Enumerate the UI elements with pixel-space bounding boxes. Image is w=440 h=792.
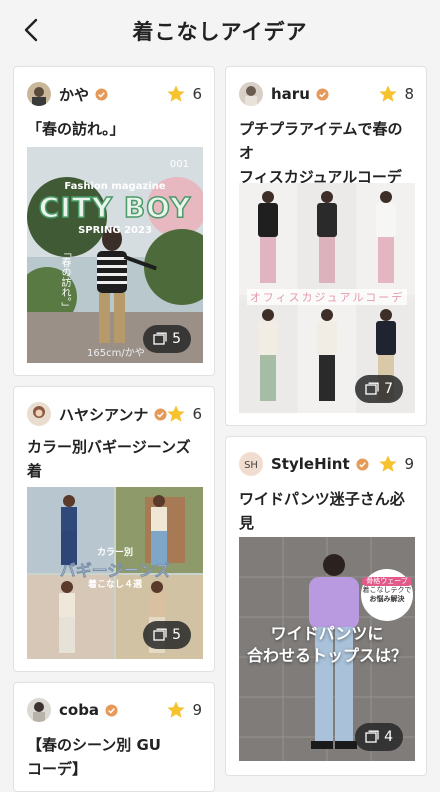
post-image[interactable]: オフィスカジュアルコーデ 7: [239, 183, 415, 413]
image-count: 4: [384, 729, 393, 745]
page-title: 着こなしアイデア: [132, 20, 308, 44]
post-author[interactable]: SH StyleHint: [239, 451, 369, 477]
author-name: haru: [271, 85, 310, 103]
post-title-line: 【春のシーン別 GU: [27, 736, 161, 754]
star-icon: [167, 405, 186, 422]
images-icon: [153, 628, 167, 641]
images-icon: [365, 382, 379, 395]
images-icon: [365, 730, 379, 743]
post-author[interactable]: coba: [27, 697, 118, 723]
bubble-line: お悩み解決: [369, 595, 405, 603]
image-count: 5: [172, 331, 181, 347]
rating: 6: [166, 81, 202, 107]
post-author[interactable]: ハヤシアンナ: [27, 401, 167, 427]
avatar: [27, 82, 51, 106]
verified-badge-icon: [316, 87, 329, 101]
rating-value: 6: [192, 405, 202, 423]
image-count-badge: 7: [355, 375, 403, 403]
author-name: ハヤシアンナ: [59, 405, 149, 424]
image-banner-text: オフィスカジュアルコーデ: [247, 289, 407, 305]
images-icon: [153, 332, 167, 345]
image-count: 5: [172, 627, 181, 643]
post-title-line: コーデ】: [27, 760, 88, 778]
star-icon: [379, 455, 398, 472]
post-title-line: プチプラアイテムで春のオ: [239, 120, 403, 162]
magazine-headline: CITY BOY: [38, 190, 192, 225]
magazine-season: SPRING 2023: [78, 225, 152, 236]
image-count-badge: 5: [143, 621, 191, 649]
image-count: 7: [384, 381, 393, 397]
svg-text:SH: SH: [244, 460, 258, 471]
verified-badge-icon: [105, 703, 118, 717]
photo-credit: 165cm/かや: [87, 348, 145, 359]
verified-badge-icon: [95, 87, 108, 101]
avatar: [239, 82, 263, 106]
post-card-stylehint[interactable]: SH StyleHint 9 ワイドパンツ迷子さん必見 ♡ 骨格ウェーブ 着こな…: [225, 436, 427, 776]
rating-value: 9: [192, 701, 202, 719]
image-caption: ワイドパンツに 合わせるトップスは？: [239, 623, 415, 667]
header-bar: 着こなしアイデア: [0, 0, 440, 62]
rating: 9: [166, 697, 202, 723]
post-title-line: カラー別バギージーンズ着: [27, 438, 191, 480]
image-count-badge: 4: [355, 723, 403, 751]
image-count-badge: 5: [143, 325, 191, 353]
author-name: coba: [59, 701, 100, 719]
avatar: [27, 698, 51, 722]
post-card-hayashi-anna[interactable]: ハヤシアンナ 6 カラー別バギージーンズ着 こなし４選 カラー別 バギージーンズ…: [13, 386, 215, 672]
rating-value: 6: [192, 85, 202, 103]
author-name: かや: [59, 85, 90, 104]
post-image[interactable]: Fashion magazine 001 CITY BOY SPRING 202…: [27, 147, 203, 363]
rating-value: 8: [404, 85, 414, 103]
post-image[interactable]: カラー別 バギージーンズ 着こなし４選 5: [27, 487, 203, 659]
magazine-vertical-text: 「春の訪れ。」: [59, 247, 70, 312]
magazine-number: 001: [169, 159, 189, 170]
post-title: 【春のシーン別 GU コーデ】: [27, 733, 201, 781]
bubble-tag: 骨格ウェーブ: [362, 577, 412, 586]
rating: 8: [378, 81, 414, 107]
avatar: [27, 402, 51, 426]
post-card-coba[interactable]: coba 9 【春のシーン別 GU コーデ】: [13, 682, 215, 792]
star-icon: [167, 701, 186, 718]
post-card-kaya[interactable]: かや 6 「春の訪れ。」 Fashion magazine 001 CITY B…: [13, 66, 215, 376]
caption-line: ワイドパンツに: [270, 624, 384, 643]
post-author[interactable]: かや: [27, 81, 108, 107]
speech-bubble: 骨格ウェーブ 着こなしテクで お悩み解決: [362, 577, 412, 604]
rating: 6: [166, 401, 202, 427]
avatar: SH: [239, 452, 263, 476]
star-icon: [167, 85, 186, 102]
verified-badge-icon: [154, 407, 167, 421]
post-title-line: ワイドパンツ迷子さん必見: [239, 490, 405, 532]
caption-line: 合わせるトップスは？: [246, 646, 407, 665]
rating: 9: [378, 451, 414, 477]
post-title: 「春の訪れ。」: [27, 120, 125, 138]
bubble-line: 着こなしテクで: [362, 586, 412, 594]
star-icon: [379, 85, 398, 102]
verified-badge-icon: [356, 457, 369, 471]
rating-value: 9: [404, 455, 414, 473]
post-author[interactable]: haru: [239, 81, 329, 107]
image-sub-text: 着こなし４選: [87, 580, 142, 590]
author-name: StyleHint: [271, 455, 350, 473]
post-card-haru[interactable]: haru 8 プチプラアイテムで春のオ フィスカジュアルコーデ オフィスカジュア…: [225, 66, 427, 426]
post-image[interactable]: 骨格ウェーブ 着こなしテクで お悩み解決 ワイドパンツに 合わせるトップスは？ …: [239, 537, 415, 761]
